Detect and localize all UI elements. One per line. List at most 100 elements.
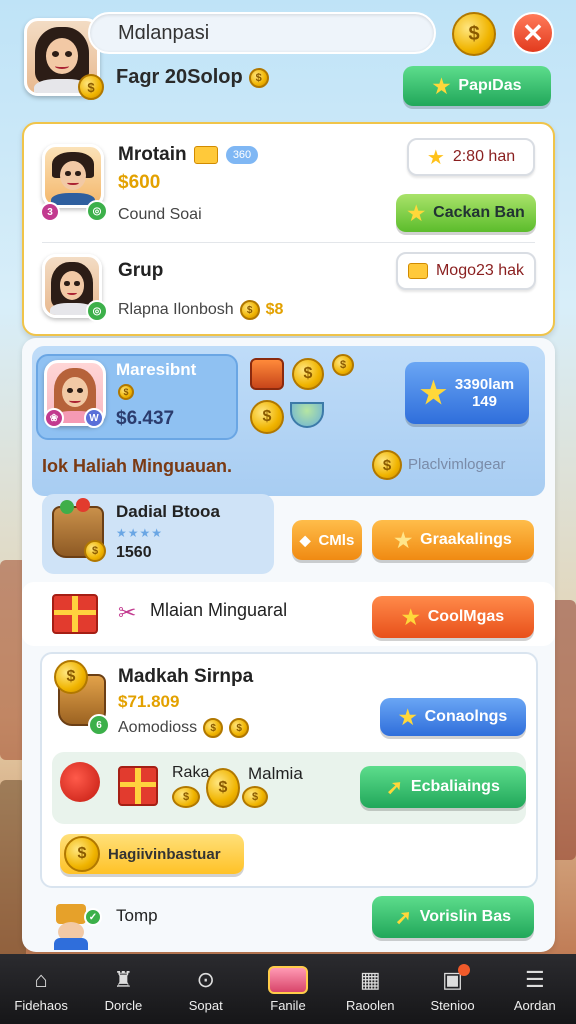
star-icon: ◆ [299, 531, 311, 548]
coin-icon: $ [248, 67, 269, 88]
coin-icon: $ [64, 836, 100, 872]
coin-icon: $ [242, 786, 268, 808]
nav-label: Raoolen [346, 997, 395, 1013]
gift-icon [118, 766, 158, 806]
coin-icon: $ [84, 540, 106, 562]
offer-button[interactable]: ➚ Ecbaliaings [360, 766, 526, 808]
offer-price: $71.809 [118, 692, 180, 711]
menu-icon: ☰ [524, 966, 545, 992]
friend-subtext: Rlapna Ilonbosh $ $8 [118, 300, 284, 320]
coin-icon: $ [206, 768, 240, 808]
calendar-icon: ▦ [359, 966, 381, 992]
online-icon: ◎ [86, 200, 108, 222]
star-icon: ★ [394, 529, 413, 552]
gold-counter: Fagr 20Solop $ [116, 66, 269, 89]
nav-item-basket[interactable]: Fanile [248, 965, 328, 1013]
star-icon: ★ [407, 202, 426, 225]
level-badge: 6 [88, 714, 110, 736]
nav-label: Aordan [513, 997, 556, 1013]
rewards-panel: ❀ W Maresibnt $ $6.437 $ $ $ ★ 3390lam 1… [22, 338, 555, 952]
offer-title: Madkah Sirnpa [118, 666, 254, 687]
offer-title: Raka [172, 764, 210, 781]
offer-title-secondary: Malmia [248, 764, 303, 783]
close-button[interactable]: ✕ [512, 12, 554, 54]
level-badge: ✓ [84, 908, 102, 926]
timer-pill: ★ 2:80 han [407, 138, 535, 176]
nav-item-home[interactable]: ⌂ Fidehaos [1, 966, 81, 1013]
castle-icon: ♜ [113, 966, 134, 992]
avatar-coin-icon: $ [78, 74, 104, 100]
coin-icon: $ [203, 718, 224, 738]
bottom-nav: ⌂ Fidehaos ♜ Dorcle ⊙ Sopat Fanile ▦ Rao… [0, 954, 576, 1024]
star-icon: ★ [426, 146, 445, 169]
divider [42, 242, 535, 243]
weekly-button[interactable]: ★ CoolMgas [372, 596, 534, 638]
coin-icon: $ [292, 358, 324, 390]
store-icon: ▣ [438, 963, 470, 994]
coin-icon: $ [172, 786, 200, 808]
basket-icon [267, 965, 308, 994]
coin-icon: $ [54, 660, 88, 694]
ticket-icon [407, 263, 428, 279]
star-icon: ★ [419, 376, 447, 410]
gift-icon [52, 594, 98, 634]
coin-icon: $ [239, 300, 260, 320]
friend-name: Grup [118, 260, 164, 281]
level-badge: ❀ [44, 408, 64, 428]
nav-item-castle[interactable]: ♜ Dorcle [83, 966, 163, 1013]
online-icon: ◎ [86, 300, 108, 322]
player-name[interactable]: Mɑlanpasi [88, 12, 436, 54]
featured-name: Maresibnt [116, 360, 197, 379]
friends-card: 3 ◎ Mrotain 360 $600 Cound Soai ★ 2:80 ha… [22, 122, 555, 336]
level-badge: 3 [40, 202, 60, 222]
notification-dot [457, 963, 470, 976]
nav-item-menu[interactable]: ☰ Aordan [495, 966, 575, 1013]
offer-button[interactable]: ★ Conaolngs [380, 698, 526, 736]
nav-label: Sopat [188, 997, 223, 1013]
friend-amount: $600 [118, 172, 161, 193]
offer-subtext: Aomodioss $ $ [118, 718, 250, 738]
coin-icon: $ [250, 400, 284, 434]
chat-icon: 360 [226, 146, 258, 164]
nav-label: Stenioo [430, 997, 475, 1013]
arrow-icon: ➚ [394, 906, 412, 929]
last-button[interactable]: ➚ Vorislin Bas [372, 896, 534, 938]
nav-item-calendar[interactable]: ▦ Raoolen [330, 966, 410, 1013]
coin-icon: $ [372, 450, 402, 480]
envelope-icon [194, 146, 218, 164]
featured-amount: $6.437 [116, 408, 175, 429]
weekly-title: Mlaian Minguaral [150, 600, 288, 620]
coin-icon: $ [118, 384, 134, 400]
last-title: Tomp [116, 906, 158, 925]
home-icon: ⌂ [34, 966, 48, 992]
friend-name: Mrotain [118, 144, 187, 165]
pill-button[interactable]: $ Hagiivinbastuar [60, 834, 244, 874]
nav-label: Dorcle [104, 997, 143, 1013]
rating-stars: ★★★★ [116, 526, 164, 540]
search-icon: ⊙ [196, 966, 215, 992]
featured-reward-button[interactable]: ★ 3390lam 149 [405, 362, 529, 424]
bow-icon: ✂ [118, 600, 137, 625]
strawberry-icon [60, 762, 100, 802]
featured-banner: Iok Haliah Minguauan. [42, 456, 233, 476]
treasure-chest-icon [250, 358, 284, 390]
friend-action-button[interactable]: ★ Cackan Ban [396, 194, 536, 232]
friend-avatar[interactable] [42, 144, 104, 208]
daily-small-button[interactable]: ◆ CMls [292, 520, 362, 560]
daily-main-button[interactable]: ★ Graakalings [372, 520, 534, 560]
nav-item-store[interactable]: ▣ Stenioo [413, 963, 493, 1013]
top-action-button[interactable]: ★ PapıDas [403, 66, 551, 106]
coin-icon: $ [229, 718, 250, 738]
header: $ Mɑlanpasi Fagr 20Solop $ $ ✕ ★ PapıDas [0, 0, 576, 118]
star-icon: ★ [401, 606, 420, 629]
vip-badge: W [84, 408, 104, 428]
coin-icon: $ [332, 354, 354, 376]
friend-subtext: Cound Soai [118, 206, 202, 223]
arrow-icon: ➚ [386, 776, 403, 799]
nav-label: Fidehaos [14, 997, 68, 1013]
daily-title: Dadial Btooa [116, 502, 220, 521]
nav-label: Fanile [270, 997, 306, 1013]
coins-icon[interactable]: $ [452, 12, 496, 56]
nav-item-search[interactable]: ⊙ Sopat [166, 966, 246, 1013]
featured-banner-right[interactable]: Placlvimlogear [408, 456, 506, 473]
